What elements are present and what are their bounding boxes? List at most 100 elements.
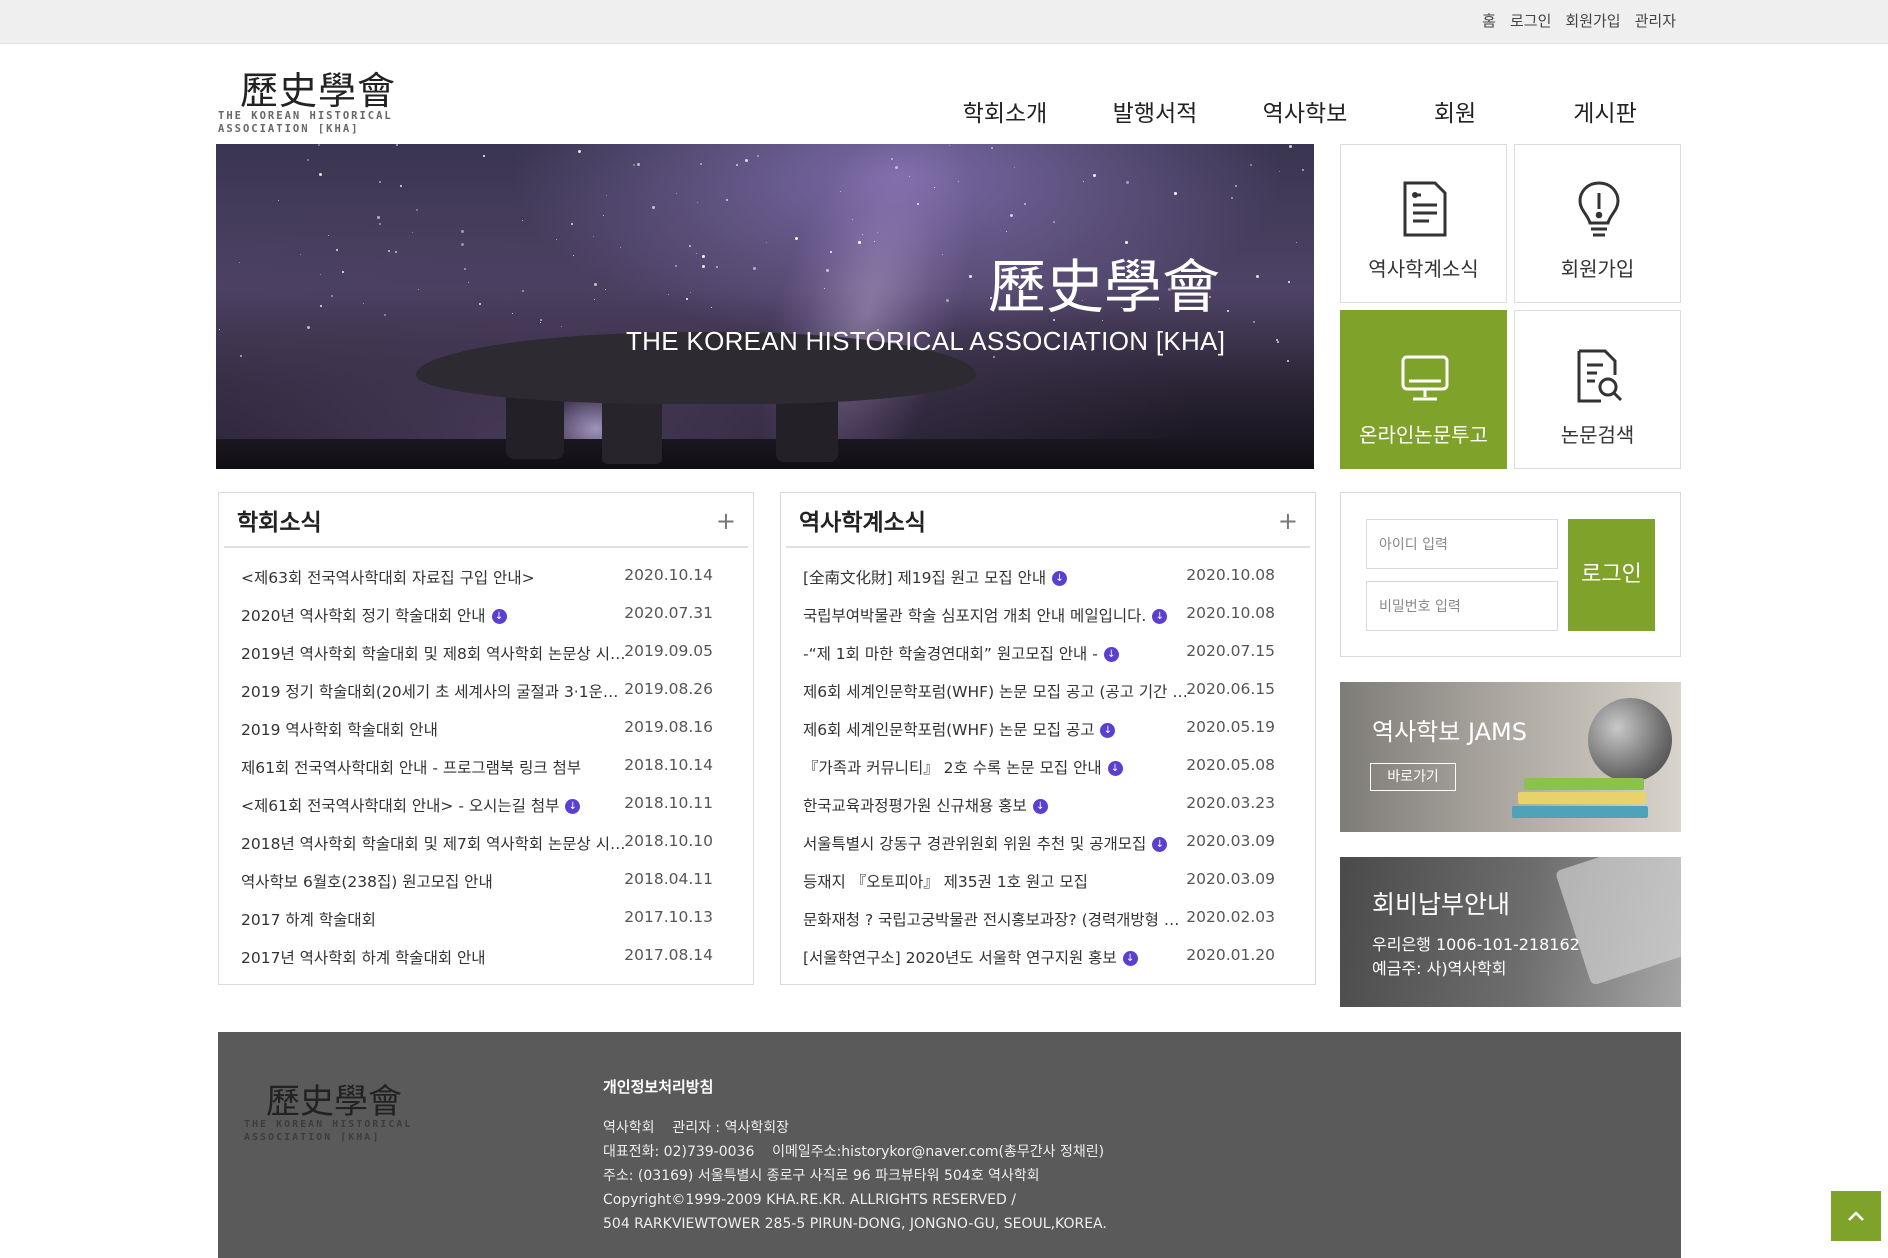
nav-item-about[interactable]: 학회소개 — [930, 94, 1080, 128]
nav-item-members[interactable]: 회원 — [1380, 94, 1530, 128]
footer-logo-hanja: 歷史學會 — [266, 1082, 402, 1122]
list-item[interactable]: 한국교육과정평가원 신규채용 홍보 ↓ 2020.03.23 — [781, 784, 1315, 822]
post-title[interactable]: 2019 정기 학술대회(20세기 초 세계사의 굴절과 3·1운동… — [241, 680, 631, 702]
nav-item-journal[interactable]: 역사학보 — [1230, 94, 1380, 128]
utility-nav: 홈 로그인 회원가입 관리자 — [1482, 10, 1676, 31]
list-item[interactable]: 2017 하계 학술대회 2017.10.13 — [219, 898, 753, 936]
post-title-text: 제6회 세계인문학포럼(WHF) 논문 모집 공고 (공고 기간 … — [803, 683, 1188, 701]
lightbulb-icon — [1578, 181, 1620, 237]
tile-signup[interactable]: 회원가입 — [1514, 144, 1681, 303]
more-plus-icon[interactable]: + — [716, 507, 736, 535]
password-input[interactable]: 비밀번호 입력 — [1366, 581, 1558, 631]
list-item[interactable]: 2019 역사학회 학술대회 안내 2019.08.16 — [219, 708, 753, 746]
nav-item-publications[interactable]: 발행서적 — [1080, 94, 1230, 128]
post-title[interactable]: 문화재청 ? 국립고궁박물관 전시홍보과장? (경력개방형 … — [803, 908, 1193, 930]
nav-item-board[interactable]: 게시판 — [1530, 94, 1680, 128]
list-item[interactable]: 제6회 세계인문학포럼(WHF) 논문 모집 공고 ↓ 2020.05.19 — [781, 708, 1315, 746]
jams-go-button[interactable]: 바로가기 — [1370, 763, 1456, 791]
list-item[interactable]: 2019년 역사학회 학술대회 및 제8회 역사학회 논문상 시… 2019.09… — [219, 632, 753, 670]
post-title[interactable]: 『가족과 커뮤니티』 2호 수록 논문 모집 안내 ↓ — [803, 756, 1193, 778]
list-item[interactable]: 서울특별시 강동구 경관위원회 위원 추천 및 공개모집 ↓ 2020.03.09 — [781, 822, 1315, 860]
post-date: 2020.07.15 — [1186, 642, 1275, 660]
star — [377, 216, 381, 220]
post-title[interactable]: 2019 역사학회 학술대회 안내 — [241, 718, 631, 740]
more-plus-icon[interactable]: + — [1278, 507, 1298, 535]
list-item[interactable]: 제6회 세계인문학포럼(WHF) 논문 모집 공고 (공고 기간 … 2020.0… — [781, 670, 1315, 708]
post-title-text: 제6회 세계인문학포럼(WHF) 논문 모집 공고 — [803, 721, 1095, 739]
list-item[interactable]: 제61회 전국역사학대회 안내 - 프로그램북 링크 첨부 2018.10.14 — [219, 746, 753, 784]
post-date: 2020.01.20 — [1186, 946, 1275, 964]
tile-label: 회원가입 — [1560, 257, 1635, 281]
star — [521, 219, 523, 221]
star — [593, 235, 595, 237]
post-date: 2019.08.26 — [624, 680, 713, 698]
download-icon: ↓ — [1152, 609, 1168, 624]
post-title[interactable]: 역사학보 6월호(238집) 원고모집 안내 — [241, 870, 631, 892]
main-nav: 학회소개 발행서적 역사학보 회원 게시판 — [930, 94, 1680, 128]
list-item[interactable]: 국립부여박물관 학술 심포지엄 개최 안내 메일입니다. ↓ 2020.10.08 — [781, 594, 1315, 632]
calculator-illustration — [1554, 857, 1681, 986]
list-item[interactable]: 2017년 역사학회 하계 학술대회 안내 2017.08.14 — [219, 936, 753, 974]
list-item[interactable]: 등재지 『오토피아』 제35권 1호 원고 모집 2020.03.09 — [781, 860, 1315, 898]
list-item[interactable]: 『가족과 커뮤니티』 2호 수록 논문 모집 안내 ↓ 2020.05.08 — [781, 746, 1315, 784]
list-item[interactable]: <제63회 전국역사학대회 자료집 구입 안내> 2020.10.14 — [219, 556, 753, 594]
post-title[interactable]: <제61회 전국역사학대회 안내> - 오시는길 첨부 ↓ — [241, 794, 631, 816]
jams-banner[interactable]: 역사학보 JAMS 바로가기 — [1340, 682, 1681, 832]
post-title[interactable]: 2019년 역사학회 학술대회 및 제8회 역사학회 논문상 시… — [241, 642, 631, 664]
scroll-to-top-button[interactable] — [1831, 1191, 1881, 1241]
book-illustration — [1512, 806, 1648, 818]
post-title[interactable]: 한국교육과정평가원 신규채용 홍보 ↓ — [803, 794, 1193, 816]
star — [968, 274, 972, 278]
star — [620, 246, 622, 248]
post-title[interactable]: 2017 하계 학술대회 — [241, 908, 631, 930]
post-title[interactable]: 제61회 전국역사학대회 안내 - 프로그램북 링크 첨부 — [241, 756, 631, 778]
star — [895, 165, 899, 169]
list-item[interactable]: <제61회 전국역사학대회 안내> - 오시는길 첨부 ↓ 2018.10.11 — [219, 784, 753, 822]
star — [1010, 214, 1014, 218]
post-title[interactable]: 서울특별시 강동구 경관위원회 위원 추천 및 공개모집 ↓ — [803, 832, 1193, 854]
star — [318, 173, 322, 177]
post-title[interactable]: 등재지 『오토피아』 제35권 1호 원고 모집 — [803, 870, 1193, 892]
star — [685, 298, 688, 301]
list-item[interactable]: -“제 1회 마한 학술경연대회” 원고모집 안내 - ↓ 2020.07.15 — [781, 632, 1315, 670]
tile-field-news[interactable]: 역사학계소식 — [1340, 144, 1507, 303]
post-title[interactable]: 제6회 세계인문학포럼(WHF) 논문 모집 공고 ↓ — [803, 718, 1193, 740]
id-input[interactable]: 아이디 입력 — [1366, 519, 1558, 569]
post-title[interactable]: 제6회 세계인문학포럼(WHF) 논문 모집 공고 (공고 기간 … — [803, 680, 1193, 702]
post-title[interactable]: [全南文化財] 제19집 원고 모집 안내 ↓ — [803, 566, 1193, 588]
post-title[interactable]: 국립부여박물관 학술 심포지엄 개최 안내 메일입니다. ↓ — [803, 604, 1193, 626]
list-item[interactable]: [서울학연구소] 2020년도 서울학 연구지원 홍보 ↓ 2020.01.20 — [781, 936, 1315, 974]
list-item[interactable]: 2018년 역사학회 학술대회 및 제7회 역사학회 논문상 시… 2018.10… — [219, 822, 753, 860]
list-item[interactable]: [全南文化財] 제19집 원고 모집 안내 ↓ 2020.10.08 — [781, 556, 1315, 594]
privacy-policy-link[interactable]: 개인정보처리방침 — [603, 1076, 713, 1097]
tile-online-submission[interactable]: 온라인논문투고 — [1340, 310, 1507, 469]
star — [766, 241, 768, 243]
post-title[interactable]: 2018년 역사학회 학술대회 및 제7회 역사학회 논문상 시… — [241, 832, 631, 854]
star — [735, 164, 738, 167]
list-item[interactable]: 문화재청 ? 국립고궁박물관 전시홍보과장? (경력개방형 … 2020.02.0… — [781, 898, 1315, 936]
utility-link-home[interactable]: 홈 — [1482, 10, 1496, 31]
post-title-text: 서울특별시 강동구 경관위원회 위원 추천 및 공개모집 — [803, 835, 1147, 853]
star — [464, 268, 467, 271]
site-logo[interactable]: 歷史學會 THE KOREAN HISTORICAL ASSOCIATION [… — [216, 56, 396, 138]
list-item[interactable]: 2019 정기 학술대회(20세기 초 세계사의 굴절과 3·1운동… 2019.… — [219, 670, 753, 708]
star — [696, 253, 698, 255]
list-item[interactable]: 역사학보 6월호(238집) 원고모집 안내 2018.04.11 — [219, 860, 753, 898]
post-date: 2018.10.10 — [624, 832, 713, 850]
star — [710, 306, 712, 308]
utility-link-admin[interactable]: 관리자 — [1635, 10, 1676, 31]
star — [825, 268, 829, 272]
post-title[interactable]: <제63회 전국역사학대회 자료집 구입 안내> — [241, 566, 631, 588]
post-title[interactable]: 2020년 역사학회 정기 학술대회 안내 ↓ — [241, 604, 631, 626]
list-item[interactable]: 2020년 역사학회 정기 학술대회 안내 ↓ 2020.07.31 — [219, 594, 753, 632]
logo-hanja: 歷史學會 — [240, 69, 397, 113]
post-title[interactable]: -“제 1회 마한 학술경연대회” 원고모집 안내 - ↓ — [803, 642, 1193, 664]
tile-paper-search[interactable]: 논문검색 — [1514, 310, 1681, 469]
post-title[interactable]: 2017년 역사학회 하계 학술대회 안내 — [241, 946, 631, 968]
utility-link-signup[interactable]: 회원가입 — [1565, 10, 1620, 31]
membership-fee-banner: 회비납부안내 우리은행 1006-101-218162 예금주: 사)역사학회 — [1340, 857, 1681, 1007]
login-button[interactable]: 로그인 — [1568, 519, 1655, 631]
utility-link-login[interactable]: 로그인 — [1510, 10, 1551, 31]
star — [594, 282, 598, 286]
post-title[interactable]: [서울학연구소] 2020년도 서울학 연구지원 홍보 ↓ — [803, 946, 1193, 968]
